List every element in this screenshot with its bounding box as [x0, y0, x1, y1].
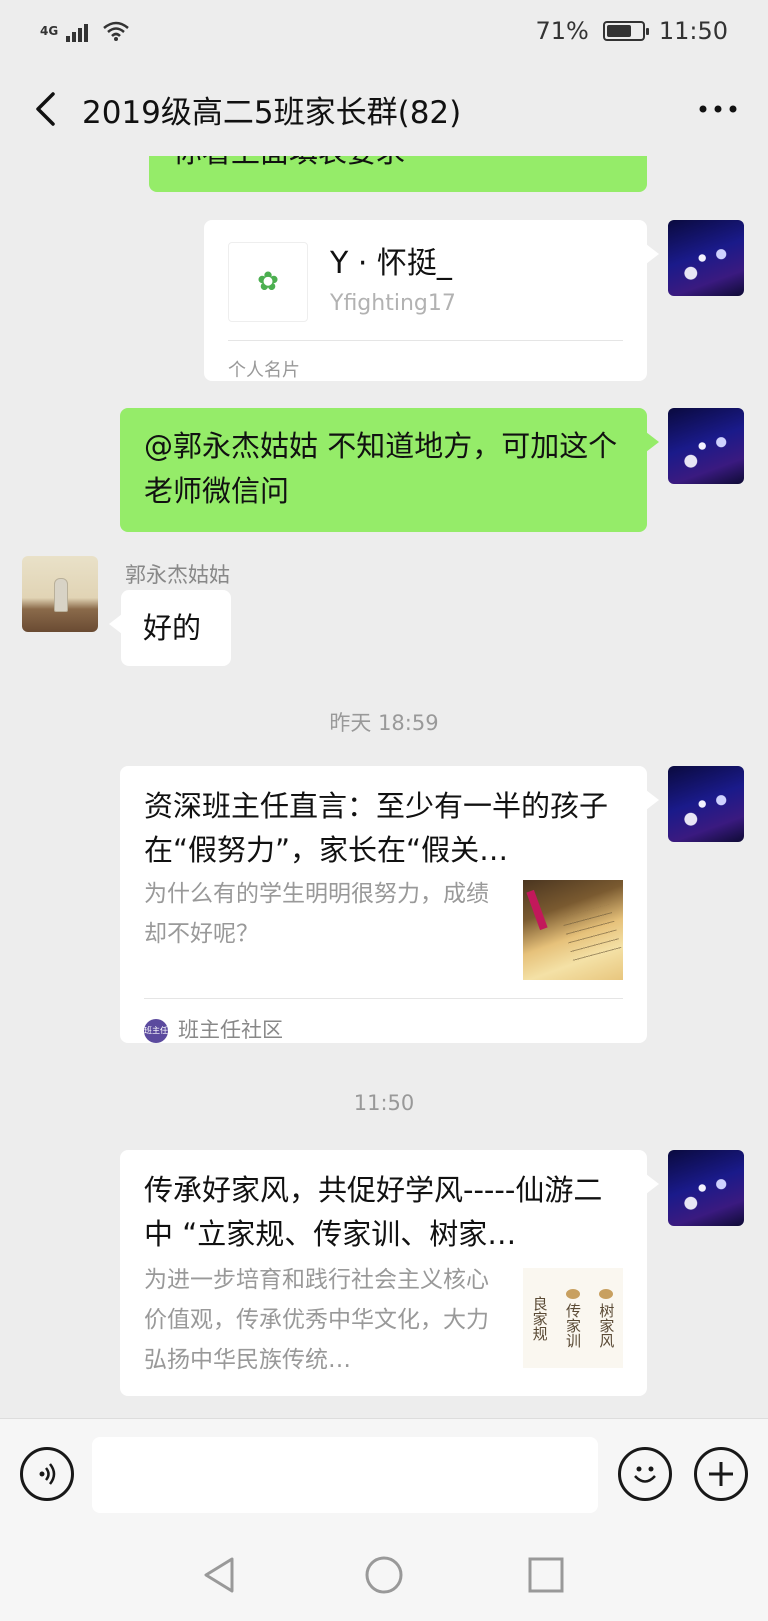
- thumb-col: 传家训: [563, 1288, 582, 1348]
- timestamp: 昨天 18:59: [329, 711, 439, 735]
- avatar-self[interactable]: [668, 220, 744, 296]
- chat-list[interactable]: 你看上面填表要求 ✿ Y · 怀挺_ Yfighting17 个人名片 @郭永杰…: [0, 156, 768, 1418]
- article-thumbnail: 良家规 传家训 树家风: [523, 1268, 623, 1368]
- contact-card-id: Yfighting17: [330, 291, 456, 316]
- article-description: 为什么有的学生明明很努力，成绩却不好呢？: [144, 881, 489, 947]
- message-input[interactable]: [92, 1437, 598, 1513]
- article-card-2[interactable]: 传承好家风，共促好学风-----仙游二中 “立家规、传家训、树家… 为进一步培育…: [120, 1150, 659, 1396]
- voice-icon: [39, 1463, 56, 1485]
- source-logo-icon: 班主任: [144, 1018, 168, 1043]
- thumb-col: 树家风: [597, 1288, 616, 1348]
- paper-lines: [561, 904, 623, 966]
- message-bubble-self[interactable]: @郭永杰姑姑 不知道地方，可加这个老师微信问: [120, 408, 659, 532]
- article-thumbnail: [523, 880, 623, 980]
- nav-back-icon[interactable]: [198, 1553, 242, 1597]
- avatar-self[interactable]: [668, 766, 744, 842]
- status-bar: 4G 71% 11:50: [0, 0, 768, 62]
- article-title: 传承好家风，共促好学风-----仙游二中 “立家规、传家训、树家…: [144, 1173, 603, 1251]
- nav-bar: 2019级高二5班家长群(82): [0, 62, 768, 156]
- thumb-text: 传家训: [563, 1302, 582, 1348]
- avatar-self[interactable]: [668, 1150, 744, 1226]
- wifi-icon: [103, 21, 130, 41]
- signal-icon: [66, 24, 89, 42]
- message-bubble-partial[interactable]: 你看上面填表要求: [149, 156, 647, 192]
- avatar-self[interactable]: [668, 408, 744, 484]
- battery-icon: [602, 21, 649, 41]
- thumb-ornament: [565, 1288, 580, 1299]
- message-text: 好的: [143, 611, 202, 645]
- emoji-button[interactable]: [618, 1447, 672, 1501]
- status-left: 4G: [40, 20, 130, 42]
- status-right: 71% 11:50: [535, 17, 728, 45]
- system-nav-bar: [0, 1528, 768, 1621]
- message-text: @郭永杰姑姑 不知道地方，可加这个老师微信问: [144, 429, 618, 508]
- timestamp: 11:50: [353, 1091, 415, 1115]
- network-label: 4G: [40, 24, 59, 38]
- contact-card-header: ✿ Y · 怀挺_ Yfighting17: [228, 242, 456, 322]
- more-button[interactable]: [688, 79, 748, 139]
- chat-title: 2019级高二5班家长群(82): [82, 94, 462, 131]
- contact-card-info: Y · 怀挺_ Yfighting17: [330, 245, 456, 319]
- contact-card-name: Y · 怀挺_: [330, 246, 452, 281]
- thumb-ornament: [599, 1288, 614, 1299]
- contact-card-avatar: ✿: [228, 242, 308, 322]
- card-divider: [228, 340, 623, 341]
- article-source: 班主任 班主任社区: [144, 1008, 283, 1053]
- voice-button[interactable]: [20, 1447, 74, 1501]
- battery-percent: 71%: [535, 17, 589, 45]
- sender-name: 郭永杰姑姑: [125, 563, 230, 587]
- nav-recent-icon[interactable]: [524, 1553, 568, 1597]
- message-bubble-other[interactable]: 好的: [109, 590, 231, 666]
- contact-card-label: 个人名片: [228, 360, 300, 381]
- plus-icon: [709, 1462, 733, 1486]
- back-button[interactable]: [20, 79, 70, 139]
- clover-icon: ✿: [257, 266, 279, 297]
- input-bar: [0, 1418, 768, 1528]
- battery-fill: [606, 25, 631, 37]
- thumb-text: 树家风: [597, 1302, 616, 1348]
- more-functions-button[interactable]: [694, 1447, 748, 1501]
- article-card-1[interactable]: 资深班主任直言：至少有一半的孩子在“假努力”，家长在“假关… 为什么有的学生明明…: [120, 766, 659, 1043]
- smiley-icon: [634, 1466, 656, 1483]
- thumb-text: 良家规: [530, 1295, 549, 1341]
- clock: 11:50: [658, 17, 728, 45]
- card-divider: [144, 998, 623, 999]
- article-description: 为进一步培育和践行社会主义核心价值观，传承优秀中华文化，大力弘扬中华民族传统…: [144, 1267, 489, 1373]
- thumb-col: 良家规: [531, 1296, 549, 1341]
- article-title: 资深班主任直言：至少有一半的孩子在“假努力”，家长在“假关…: [144, 789, 609, 867]
- message-text: 你看上面填表要求: [173, 156, 405, 169]
- pen-shape: [526, 889, 548, 931]
- nav-home-icon[interactable]: [362, 1553, 406, 1597]
- avatar-other[interactable]: [22, 556, 98, 632]
- contact-card-message[interactable]: ✿ Y · 怀挺_ Yfighting17 个人名片: [204, 220, 659, 381]
- avatar-figure: [54, 578, 68, 612]
- chevron-left-icon: [36, 92, 55, 126]
- source-name: 班主任社区: [178, 1018, 283, 1042]
- more-icon: [699, 105, 737, 113]
